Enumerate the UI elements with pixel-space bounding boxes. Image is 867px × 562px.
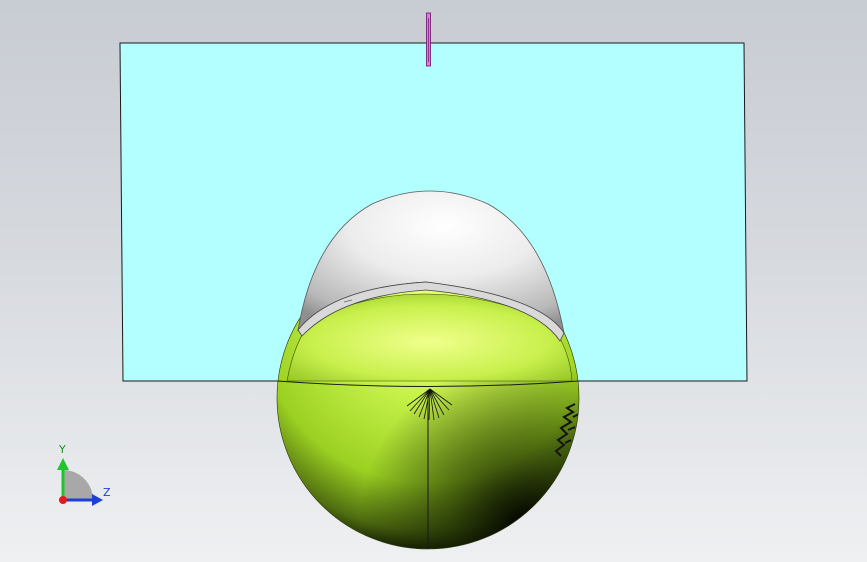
triad-quadrant-icon — [63, 470, 93, 500]
origin-dot-icon — [59, 496, 67, 504]
coordinate-triad — [57, 458, 103, 506]
model-scene[interactable] — [0, 0, 867, 562]
graphics-viewport[interactable]: Y Z — [0, 0, 867, 562]
triad-z-label: Z — [103, 486, 111, 499]
y-axis-arrow-icon — [57, 458, 69, 470]
z-axis-arrow-icon — [92, 494, 103, 506]
triad-y-label: Y — [59, 443, 66, 456]
